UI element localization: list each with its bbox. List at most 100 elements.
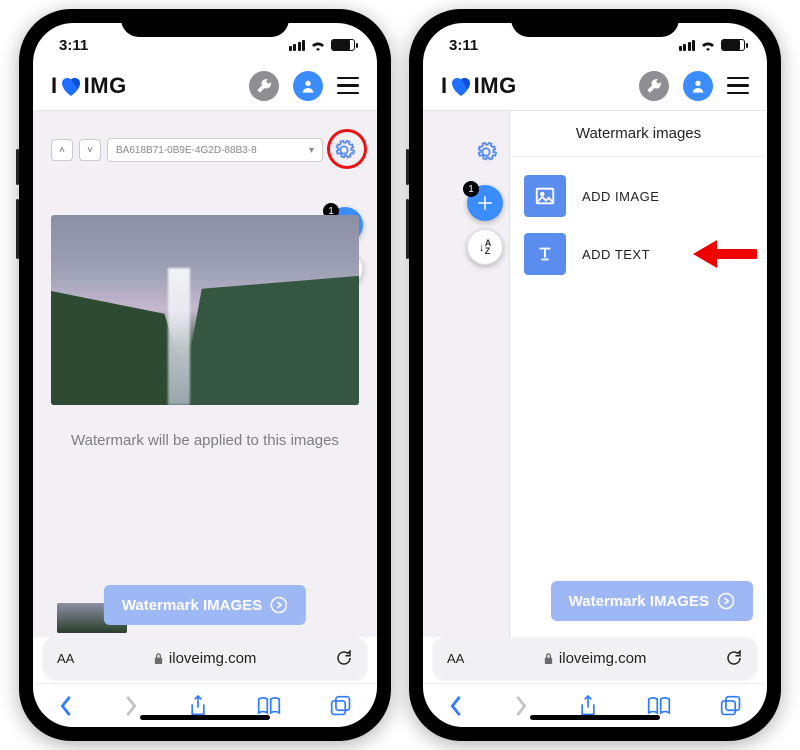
lock-icon <box>543 652 554 665</box>
browser-tab-bar <box>423 683 767 727</box>
chevron-right-icon <box>513 695 529 717</box>
reload-button[interactable] <box>335 649 353 667</box>
home-indicator[interactable] <box>530 715 660 720</box>
cta-label: Watermark IMAGES <box>122 597 262 614</box>
cta-label: Watermark IMAGES <box>569 593 709 610</box>
tabs-button[interactable] <box>720 695 742 717</box>
back-button[interactable] <box>448 695 464 717</box>
plus-icon <box>476 194 494 212</box>
wifi-icon <box>700 39 716 51</box>
menu-button[interactable] <box>727 77 749 95</box>
preview-shape <box>180 276 359 405</box>
reload-icon <box>725 649 743 667</box>
watermark-cta-button[interactable]: Watermark IMAGES <box>551 581 753 621</box>
chevron-right-icon <box>123 695 139 717</box>
background-sliver: 1 ↓AZ <box>423 111 509 637</box>
image-icon <box>534 185 556 207</box>
next-button[interactable]: ˅ <box>79 139 101 161</box>
arrow-right-circle-icon <box>270 596 288 614</box>
logo-text-i: I <box>441 73 448 99</box>
share-button[interactable] <box>578 694 598 718</box>
logo[interactable]: I IMG <box>51 73 127 99</box>
header-actions <box>639 71 749 101</box>
tools-button[interactable] <box>639 71 669 101</box>
tabs-icon <box>330 695 352 717</box>
chevron-left-icon <box>58 695 74 717</box>
sort-button[interactable]: ↓AZ <box>467 229 503 265</box>
file-id-text: BA618B71-0B9E-4G2D-88B3-8 <box>116 145 257 156</box>
reload-icon <box>335 649 353 667</box>
notch <box>121 9 289 37</box>
app-header: I IMG <box>423 61 767 111</box>
option-label: ADD IMAGE <box>582 189 659 204</box>
image-preview[interactable] <box>51 215 359 405</box>
text-size-button[interactable]: AA <box>57 651 74 666</box>
back-button[interactable] <box>58 695 74 717</box>
account-button[interactable] <box>293 71 323 101</box>
option-icon-box <box>524 175 566 217</box>
phone-right: 3:11 I IMG <box>409 9 781 741</box>
share-icon <box>578 694 598 718</box>
caption-text: Watermark will be applied to this images <box>51 431 359 451</box>
wrench-icon <box>256 78 272 94</box>
tabs-button[interactable] <box>330 695 352 717</box>
book-icon <box>647 696 671 716</box>
watermark-panel: Watermark images ADD IMAGE ADD TEXT <box>509 111 767 637</box>
reload-button[interactable] <box>725 649 743 667</box>
tabs-icon <box>720 695 742 717</box>
heart-icon <box>449 75 473 97</box>
url-bar[interactable]: AA iloveimg.com <box>433 637 757 679</box>
bookmarks-button[interactable] <box>647 696 671 716</box>
header-actions <box>249 71 359 101</box>
add-button[interactable]: 1 <box>467 185 503 221</box>
panel-body: ADD IMAGE ADD TEXT <box>510 157 767 293</box>
logo-text-i: I <box>51 73 58 99</box>
text-size-button[interactable]: AA <box>447 651 464 666</box>
status-time: 3:11 <box>59 37 88 54</box>
screen-left: 3:11 I IMG <box>33 23 377 727</box>
logo[interactable]: I IMG <box>441 73 517 99</box>
url-domain: iloveimg.com <box>84 650 325 667</box>
heart-icon <box>59 75 83 97</box>
book-icon <box>257 696 281 716</box>
status-time: 3:11 <box>449 37 478 54</box>
logo-text-img: IMG <box>474 73 517 99</box>
share-icon <box>188 694 208 718</box>
annotation-arrow <box>687 236 757 272</box>
tools-button[interactable] <box>249 71 279 101</box>
user-icon <box>690 78 706 94</box>
arrow-right-circle-icon <box>717 592 735 610</box>
menu-button[interactable] <box>337 77 359 95</box>
settings-button[interactable] <box>471 137 501 167</box>
file-selector[interactable]: BA618B71-0B9E-4G2D-88B3-8 <box>107 138 323 162</box>
watermark-cta-button[interactable]: Watermark IMAGES <box>104 585 306 625</box>
notch <box>511 9 679 37</box>
status-icons <box>679 39 746 51</box>
wrench-icon <box>646 78 662 94</box>
content-right: 1 ↓AZ Watermark images ADD IMAGE <box>423 111 767 637</box>
battery-icon <box>331 39 355 51</box>
file-bar: ˄ ˅ BA618B71-0B9E-4G2D-88B3-8 <box>51 135 359 165</box>
signal-icon <box>289 40 306 51</box>
home-indicator[interactable] <box>140 715 270 720</box>
text-icon <box>534 243 556 265</box>
forward-button[interactable] <box>123 695 139 717</box>
url-domain: iloveimg.com <box>474 650 715 667</box>
phone-left: 3:11 I IMG <box>19 9 391 741</box>
prev-button[interactable]: ˄ <box>51 139 73 161</box>
share-button[interactable] <box>188 694 208 718</box>
add-text-option[interactable]: ADD TEXT <box>524 233 753 275</box>
add-image-option[interactable]: ADD IMAGE <box>524 175 753 217</box>
add-badge: 1 <box>463 181 479 197</box>
battery-icon <box>721 39 745 51</box>
signal-icon <box>679 40 696 51</box>
panel-title: Watermark images <box>510 111 767 157</box>
url-bar[interactable]: AA iloveimg.com <box>43 637 367 679</box>
content-left: ˄ ˅ BA618B71-0B9E-4G2D-88B3-8 1 ↓AZ <box>33 111 377 637</box>
forward-button[interactable] <box>513 695 529 717</box>
status-icons <box>289 39 356 51</box>
account-button[interactable] <box>683 71 713 101</box>
bookmarks-button[interactable] <box>257 696 281 716</box>
screen-right: 3:11 I IMG <box>423 23 767 727</box>
settings-button[interactable] <box>329 135 359 165</box>
